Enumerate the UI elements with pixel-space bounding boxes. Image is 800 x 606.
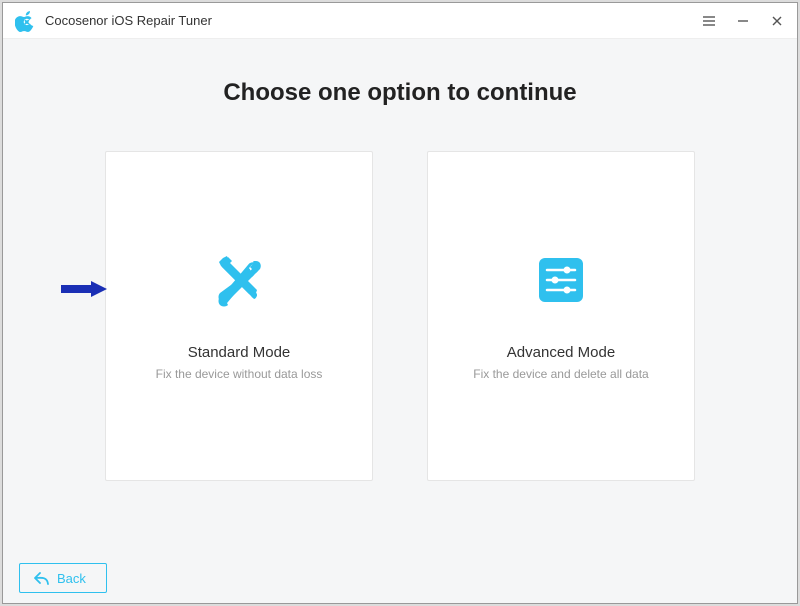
window-controls: [701, 13, 785, 29]
main-content: Choose one option to continue: [3, 39, 797, 553]
menu-icon[interactable]: [701, 13, 717, 29]
app-window: Cocosenor iOS Repair Tuner: [2, 2, 798, 604]
title-bar: Cocosenor iOS Repair Tuner: [3, 3, 797, 39]
app-title: Cocosenor iOS Repair Tuner: [45, 13, 212, 28]
option-subtitle: Fix the device and delete all data: [473, 367, 648, 381]
option-title: Standard Mode: [188, 344, 291, 361]
back-arrow-icon: [34, 570, 50, 586]
arrow-right-icon: [61, 278, 107, 298]
wrench-screwdriver-icon: [211, 252, 267, 308]
footer: Back: [3, 553, 797, 603]
option-subtitle: Fix the device without data loss: [156, 367, 323, 381]
sliders-icon: [533, 252, 589, 308]
minimize-icon[interactable]: [735, 13, 751, 29]
option-standard-mode[interactable]: Standard Mode Fix the device without dat…: [105, 151, 373, 481]
options-row: Standard Mode Fix the device without dat…: [105, 151, 695, 481]
option-title: Advanced Mode: [507, 344, 615, 361]
close-icon[interactable]: [769, 13, 785, 29]
option-advanced-mode[interactable]: Advanced Mode Fix the device and delete …: [427, 151, 695, 481]
back-button-label: Back: [57, 571, 86, 586]
page-heading: Choose one option to continue: [223, 79, 576, 107]
app-logo-icon: [15, 10, 37, 32]
back-button[interactable]: Back: [19, 563, 107, 593]
